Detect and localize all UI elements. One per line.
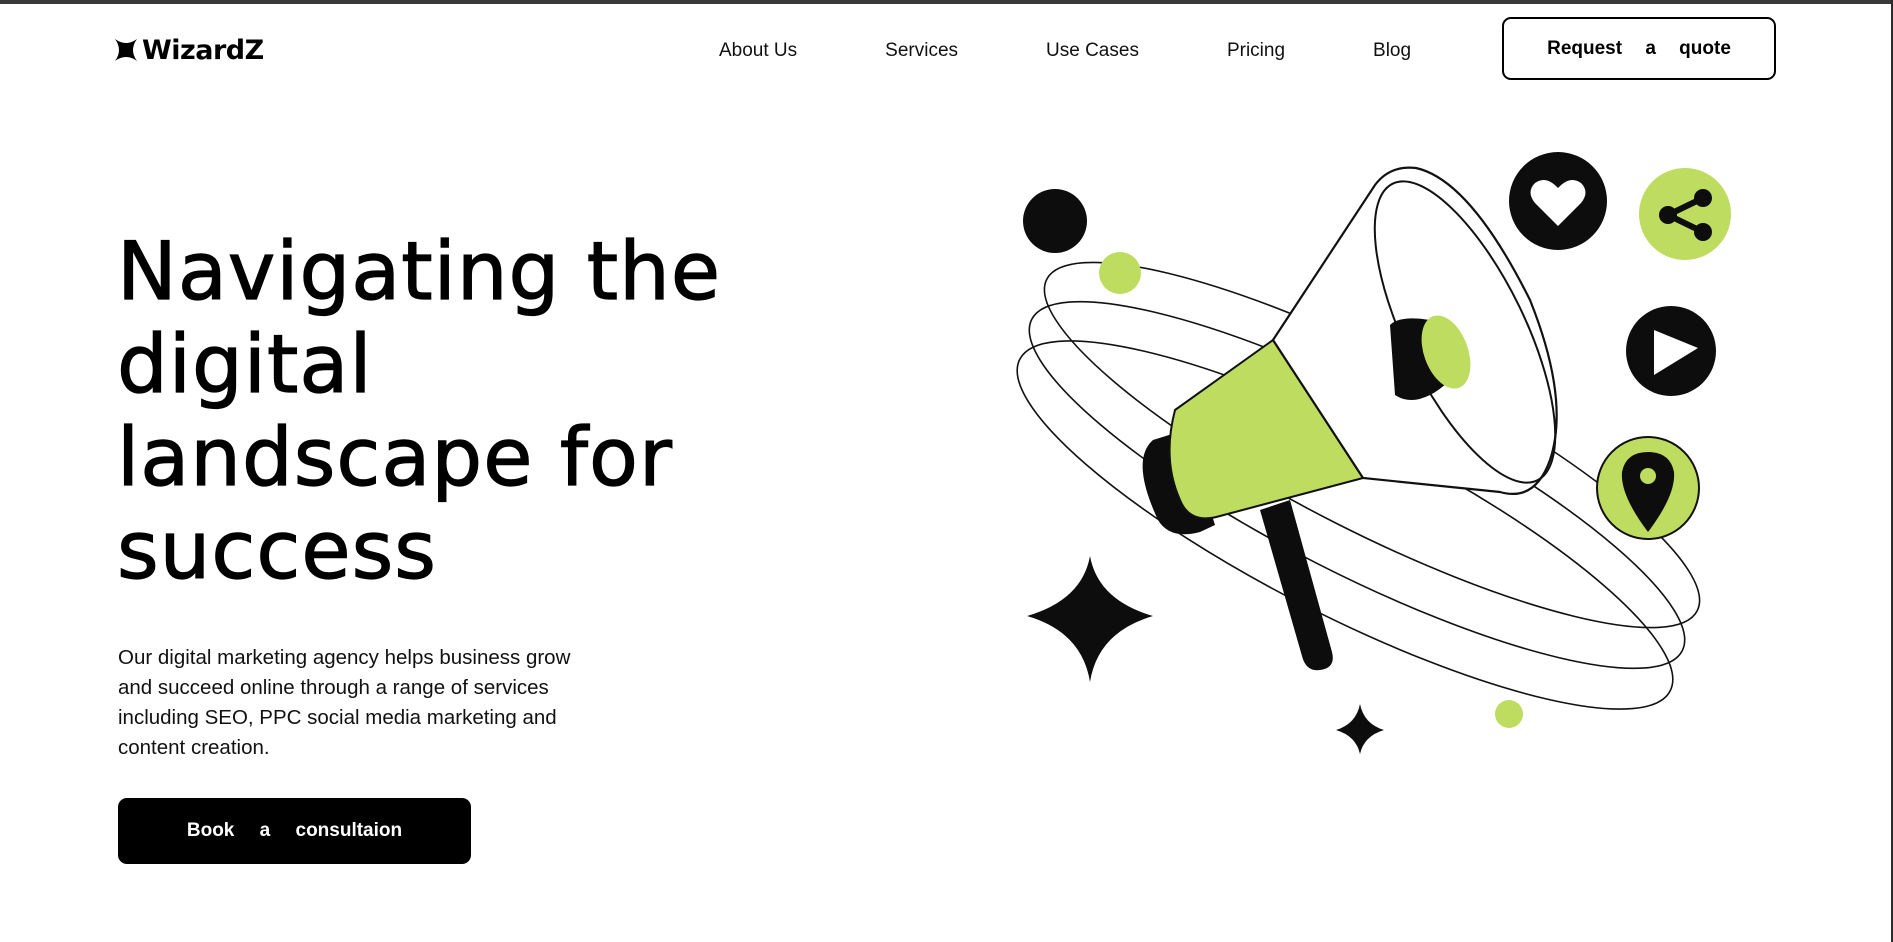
top-navigation: WizardZ About Us Services Use Cases Pric… [0,0,1893,100]
nav-link-about-us[interactable]: About Us [719,40,797,62]
play-icon [1626,306,1716,396]
sparkle-star-icon [1336,704,1384,754]
hero-title-line: Navigating the [116,224,722,318]
hero-title-line: success [116,503,437,597]
hero-title-line: digital [116,317,373,411]
hero-description: Our digital marketing agency helps busin… [118,646,571,759]
brand-name: WizardZ [142,34,264,66]
book-consultation-button[interactable]: Book a consultaion [118,798,471,864]
megaphone-illustration [1016,152,1731,754]
sparkle-star-icon [1027,556,1153,682]
nav-link-blog[interactable]: Blog [1373,40,1411,62]
heart-icon [1509,152,1607,250]
decor-dot-green [1099,252,1141,294]
decor-dot-dark [1023,189,1087,253]
nav-link-services[interactable]: Services [885,40,958,62]
brand-star-icon [115,39,137,61]
brand-logo[interactable]: WizardZ [114,34,264,66]
nav-links: About Us Services Use Cases Pricing Blog [719,40,1411,62]
nav-link-use-cases[interactable]: Use Cases [1046,40,1139,62]
location-pin-icon [1596,436,1700,540]
request-quote-button[interactable]: Request a quote [1502,17,1776,80]
decor-dot-green-small [1495,700,1523,728]
hero-title-line: landscape for [116,410,673,504]
hero-title: Navigating the digital landscape for suc… [116,224,767,597]
nav-link-pricing[interactable]: Pricing [1227,40,1285,62]
share-icon [1639,168,1731,260]
